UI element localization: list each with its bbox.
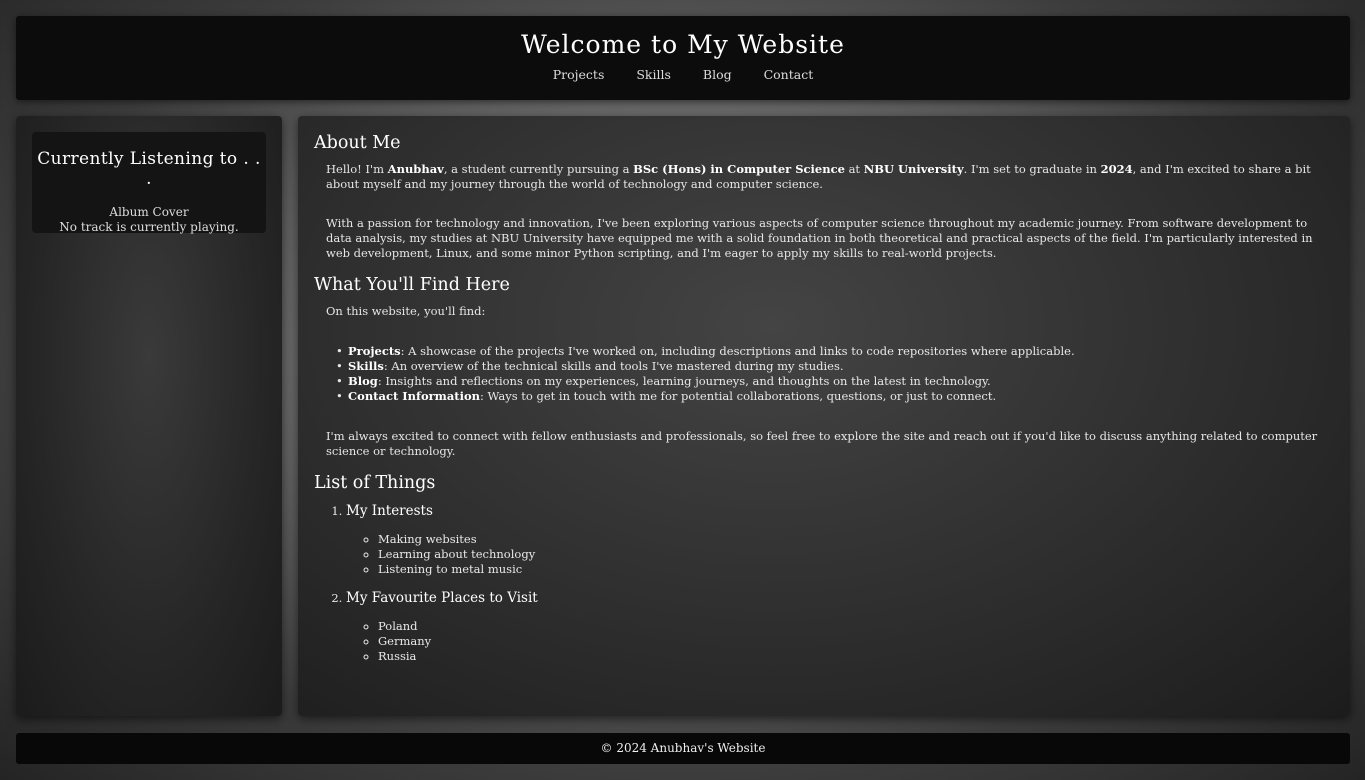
about-paragraph-1: Hello! I'm Anubhav, a student currently … [326,162,1334,192]
list-item: Blog: Insights and reflections on my exp… [334,374,1334,389]
things-sublist: Poland Germany Russia [346,619,1334,664]
list-item: Learning about technology [378,547,1334,562]
about-heading: About Me [314,133,401,153]
list-item: Russia [378,649,1334,664]
site-header: Welcome to My Website Projects Skills Bl… [16,16,1350,100]
about-text: at [844,162,864,176]
footer-text: © 2024 Anubhav's Website [600,741,766,755]
nav-link-skills[interactable]: Skills [636,67,671,82]
find-heading: What You'll Find Here [314,275,510,295]
playback-status: No track is currently playing. [59,220,239,234]
about-text: Hello! I'm [326,162,388,176]
about-text: . I'm set to graduate in [963,162,1101,176]
list-item: My Interests Making websites Learning ab… [346,503,1334,577]
find-item-label: Projects [348,344,401,358]
find-item-label: Contact Information [348,389,481,403]
about-year: 2024 [1100,162,1133,176]
about-university: NBU University [863,162,964,176]
about-paragraph-2: With a passion for technology and innova… [326,216,1313,260]
list-item: Poland [378,619,1334,634]
list-item: Listening to metal music [378,562,1334,577]
about-degree: BSc (Hons) in Computer Science [633,162,845,176]
things-sublist: Making websites Learning about technolog… [346,532,1334,577]
things-group-title: My Favourite Places to Visit [346,590,538,606]
find-list: Projects: A showcase of the projects I'v… [314,344,1334,404]
things-list: My Interests Making websites Learning ab… [314,503,1334,664]
now-playing-title: Currently Listening to . . . [37,149,261,189]
sidebar: Currently Listening to . . . Album Cover… [16,116,282,716]
nav-link-projects[interactable]: Projects [553,67,605,82]
list-item: Projects: A showcase of the projects I'v… [334,344,1334,359]
things-heading: List of Things [314,473,436,493]
now-playing-card: Currently Listening to . . . Album Cover… [32,132,266,234]
find-outro: I'm always excited to connect with fello… [326,429,1318,458]
main-nav: Projects Skills Blog Contact [16,67,1350,82]
things-group-title: My Interests [346,503,433,519]
about-text: , a student currently pursuing a [443,162,634,176]
nav-link-blog[interactable]: Blog [703,67,732,82]
nav-link-contact[interactable]: Contact [764,67,814,82]
find-intro: On this website, you'll find: [326,304,486,318]
list-item: Making websites [378,532,1334,547]
about-name: Anubhav [387,162,444,176]
find-item-text: : Ways to get in touch with me for poten… [480,389,997,403]
find-item-label: Blog [348,374,378,388]
main-content: About Me Hello! I'm Anubhav, a student c… [298,116,1350,716]
list-item: My Favourite Places to Visit Poland Germ… [346,590,1334,664]
find-item-text: : A showcase of the projects I've worked… [400,344,1075,358]
list-item: Skills: An overview of the technical ski… [334,359,1334,374]
find-item-text: : Insights and reflections on my experie… [377,374,991,388]
list-item: Contact Information: Ways to get in touc… [334,389,1334,404]
find-item-label: Skills [348,359,384,373]
album-cover: Album Cover [109,205,189,219]
find-item-text: : An overview of the technical skills an… [383,359,844,373]
site-title: Welcome to My Website [521,30,845,59]
list-item: Germany [378,634,1334,649]
site-footer: © 2024 Anubhav's Website [16,733,1350,764]
